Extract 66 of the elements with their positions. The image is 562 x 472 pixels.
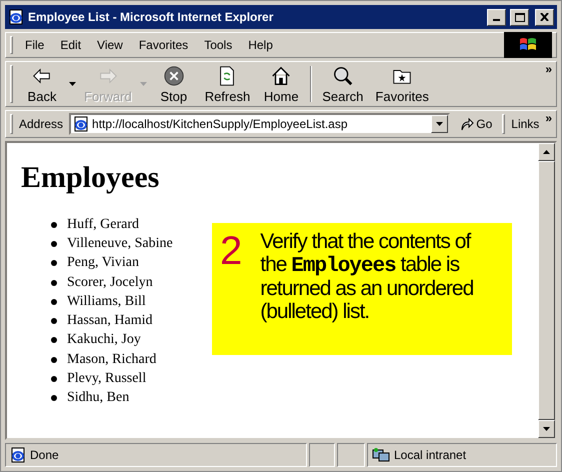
employee-name: Villeneuve, Sabine <box>67 236 173 252</box>
bullet-icon <box>51 260 57 266</box>
menu-item[interactable]: Favorites <box>130 36 196 54</box>
toolbar-button[interactable]: Search <box>316 62 370 106</box>
maximize-icon <box>514 12 524 22</box>
scroll-down-button[interactable] <box>538 420 555 438</box>
employee-name: Scorer, Jocelyn <box>67 274 153 291</box>
bullet-icon <box>51 240 57 247</box>
employee-name: Mason, Richard <box>67 352 156 368</box>
menu-item[interactable]: Help <box>240 36 281 54</box>
employee-name: Peng, Vivian <box>67 255 140 272</box>
bullet-icon <box>51 356 57 363</box>
scroll-up-button[interactable] <box>538 143 555 161</box>
search-icon <box>332 64 354 86</box>
links-label[interactable]: Links <box>511 117 540 131</box>
toolbar-button[interactable]: Back <box>17 62 67 106</box>
browser-icon <box>10 447 26 463</box>
minimize-button[interactable] <box>487 8 506 26</box>
caret-icon[interactable] <box>69 82 76 86</box>
menu-item[interactable]: Tools <box>196 36 240 54</box>
toolbar-button[interactable]: Stop <box>148 62 199 106</box>
toolbar-button[interactable]: Home <box>256 62 306 106</box>
caret-icon <box>436 122 444 126</box>
menu-item[interactable]: Edit <box>52 36 90 54</box>
status-pane <box>309 443 335 467</box>
address-label: Address <box>19 117 64 131</box>
toolbar-button[interactable]: Favorites <box>369 62 435 106</box>
window-title: Employee List - Microsoft Internet Explorer <box>28 10 274 24</box>
bullet-icon <box>51 318 57 324</box>
up-arrow-icon <box>543 150 550 154</box>
employee-name: Sidhu, Ben <box>67 390 130 406</box>
bullet-icon <box>51 337 57 344</box>
down-arrow-icon <box>543 427 550 431</box>
network-icon <box>372 447 390 463</box>
employee-name: Hassan, Hamid <box>67 313 153 330</box>
bullet-icon <box>51 280 57 286</box>
bullet-icon <box>51 395 57 402</box>
stop-icon <box>162 64 185 86</box>
employee-name: Plevy, Russell <box>67 371 146 388</box>
arrow-icon <box>460 117 474 131</box>
bullet-icon <box>51 298 57 305</box>
employee-name: Huff, Gerard <box>67 216 140 233</box>
go-button[interactable]: Go <box>452 117 500 131</box>
callout-text: Verify that the contents of the Employees table is returned as an unordered (bulleted) list. <box>260 231 474 326</box>
step-number: 2 <box>220 231 242 275</box>
page-heading: Employees <box>21 161 160 195</box>
close-button[interactable] <box>535 8 554 26</box>
more-chevron[interactable]: » <box>545 111 552 125</box>
status-pane <box>337 443 365 467</box>
close-icon <box>540 13 549 21</box>
zone-text: Local intranet <box>394 448 466 462</box>
status-text: Done <box>30 448 59 462</box>
maximize-button[interactable] <box>510 8 529 26</box>
toolbar-button[interactable]: Refresh <box>198 62 256 106</box>
bullet-icon <box>51 222 57 228</box>
menu-item[interactable]: File <box>17 36 52 54</box>
home-icon <box>270 64 292 86</box>
employee-name: Kakuchi, Joy <box>67 332 141 348</box>
browser-icon <box>8 9 24 25</box>
more-chevron[interactable]: » <box>545 62 552 76</box>
bullet-icon <box>51 376 57 382</box>
browser-icon <box>73 116 90 132</box>
dropdown-button[interactable] <box>431 115 448 133</box>
address-field[interactable]: http://localhost/KitchenSupply/EmployeeList.asp <box>69 113 450 135</box>
menu-item[interactable]: View <box>89 36 131 54</box>
employee-name: Williams, Bill <box>67 294 146 310</box>
